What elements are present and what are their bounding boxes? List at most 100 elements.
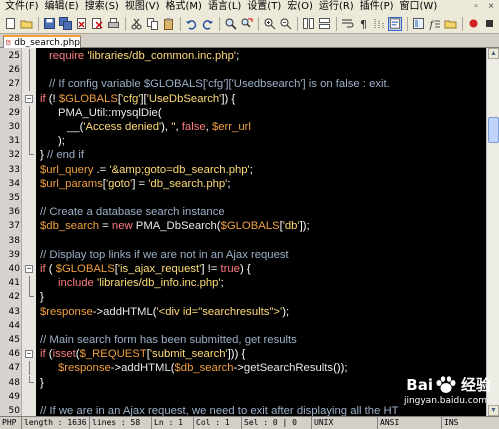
code-line[interactable]: 26 [0,63,486,78]
sync-h-icon[interactable] [317,17,331,31]
line-number: 39 [8,249,20,260]
code-line[interactable]: 31); [0,134,486,149]
code-line[interactable]: 45 // Main search form has been submitted… [0,333,486,347]
menu-item-4[interactable]: 格式(M) [163,0,205,14]
save-icon[interactable] [42,17,56,31]
save-all-icon[interactable] [58,17,72,31]
code-line[interactable]: 42} [0,290,486,304]
sync-v-icon[interactable] [301,17,315,31]
close-all-icon[interactable] [90,17,104,31]
copy-icon[interactable] [145,17,159,31]
code-token: 'libraries/db_common.inc.php' [87,50,237,62]
redo-icon[interactable] [200,17,214,31]
undo-icon[interactable] [184,17,198,31]
menu-item-8[interactable]: 运行(R) [316,0,357,14]
word-wrap-icon[interactable] [340,17,354,31]
code-text: $db_search = new PMA_DbSearch($GLOBALS['… [40,219,310,233]
watermark-brand: Bai [406,375,433,394]
close-icon[interactable] [74,17,88,31]
code-line[interactable]: 43 $response->addHTML('<div id="searchres… [0,305,486,319]
menu-item-1[interactable]: 编辑(E) [42,0,82,14]
code-token: PMA_Util::mysqlDie [58,106,158,119]
fold-guide [29,63,30,78]
code-editor[interactable]: 25 require 'libraries/db_common.inc.php';… [0,48,499,416]
toolbar-separator [297,16,298,31]
find-icon[interactable] [223,17,237,31]
status-sel: Sel : 0 | 0 [242,417,312,429]
code-token: ; [249,163,253,176]
user-lang-icon[interactable] [388,16,402,31]
code-line[interactable]: 34 $url_params['goto'] = 'db_search.php'; [0,177,486,191]
folder-workspace-icon[interactable] [443,17,457,31]
scrollbar-thumb[interactable] [488,117,499,144]
code-line[interactable]: 25 require 'libraries/db_common.inc.php'; [0,49,486,63]
menu-item-9[interactable]: 插件(P) [357,0,397,14]
code-token: // Create a database search instance [40,206,225,219]
code-line[interactable]: 37 $db_search = new PMA_DbSearch($GLOBALS… [0,219,486,233]
menu-item-6[interactable]: 设置(T) [244,0,284,14]
function-list-icon[interactable]: f [427,17,441,31]
code-token: $db_search [174,362,234,375]
menu-item-3[interactable]: 视图(V) [122,0,163,14]
close-window-icon[interactable]: × [485,1,497,12]
menu-item-7[interactable]: 宏(O) [284,0,316,14]
code-line[interactable]: 40− if ( $GLOBALS['is_ajax_request'] != t… [0,262,486,276]
code-line[interactable]: 38 [0,234,486,248]
menu-item-5[interactable]: 语言(L) [205,0,244,14]
code-line[interactable]: 35 [0,191,486,205]
replace-icon[interactable] [239,17,253,31]
tab-db-search[interactable]: db_search.php [3,35,81,48]
code-token: ] != [201,263,221,275]
code-line[interactable]: 41 include 'libraries/db_info.inc.php'; [0,276,486,291]
stop-record-icon[interactable] [482,17,496,31]
code-line[interactable]: 29 PMA_Util::mysqlDie( [0,105,486,120]
line-number: 42 [8,292,20,303]
code-line[interactable]: 44 [0,319,486,333]
cut-icon[interactable] [129,17,143,31]
baidu-paw-logo [436,375,456,393]
code-line[interactable]: 33 $url_query .= '&amp;goto=db_search.php… [0,163,486,177]
indent-guide-icon[interactable] [372,17,386,31]
code-token: $response [58,362,111,375]
fold-toggle-icon[interactable]: − [25,350,33,359]
code-line[interactable]: 27 // If config variable $GLOBALS['cfg'][… [0,77,486,92]
show-all-chars-icon[interactable]: ¶ [356,17,370,31]
code-token: .= [93,163,110,176]
code-token: '&amp;goto=db_search.php' [109,163,250,176]
zoom-in-icon[interactable] [262,17,276,31]
doc-map-icon[interactable] [411,17,425,31]
menu-item-10[interactable]: 窗口(W) [397,0,441,14]
code-line[interactable]: 36 // Create a database search instance [0,205,486,219]
line-number: 43 [8,306,20,317]
menu-item-0[interactable]: 文件(F) [2,0,42,14]
new-file-icon[interactable] [3,17,17,31]
print-icon[interactable] [106,17,120,31]
menu-item-2[interactable]: 搜索(S) [82,0,122,14]
menu-bar: 文件(F) 编辑(E) 搜索(S) 视图(V) 格式(M) 语言(L) 设置(T) 宏(O) 运… [0,0,499,14]
code-line[interactable]: 28− if (! $GLOBALS['cfg']['UseDbSearch'])… [0,92,486,106]
restore-window-icon[interactable]: ▫ [470,1,482,12]
status-eol: UNIX [312,417,378,429]
code-token: '<div id="searchresults">' [156,305,283,318]
code-line[interactable]: 46− if (isset($_REQUEST['submit_search'])… [0,347,486,361]
code-token: addHTML [103,305,153,318]
fold-toggle-icon[interactable]: − [25,265,33,273]
code-text: } [40,290,44,304]
fold-toggle-icon[interactable]: − [25,94,33,103]
line-number: 44 [8,320,20,331]
record-macro-icon[interactable] [466,17,480,31]
paste-icon[interactable] [161,17,175,31]
code-area[interactable]: 25 require 'libraries/db_common.inc.php';… [0,48,486,416]
fold-end-guide [29,290,34,298]
open-file-icon[interactable] [19,17,33,31]
zoom-out-icon[interactable] [278,17,292,31]
code-line[interactable]: 30 __('Access denied'), '', false, $err_u… [0,120,486,134]
code-line[interactable]: 32} // end if [0,148,486,162]
toolbar-separator [180,16,181,31]
code-line[interactable]: 39 // Display top links if we are not in … [0,248,486,262]
vertical-scrollbar[interactable]: ▲ ▼ [486,48,499,416]
scroll-up-arrow[interactable]: ▲ [488,48,499,59]
toolbar-separator [219,16,220,31]
toolbar-separator [38,16,39,31]
scroll-down-arrow[interactable]: ▼ [488,405,499,416]
